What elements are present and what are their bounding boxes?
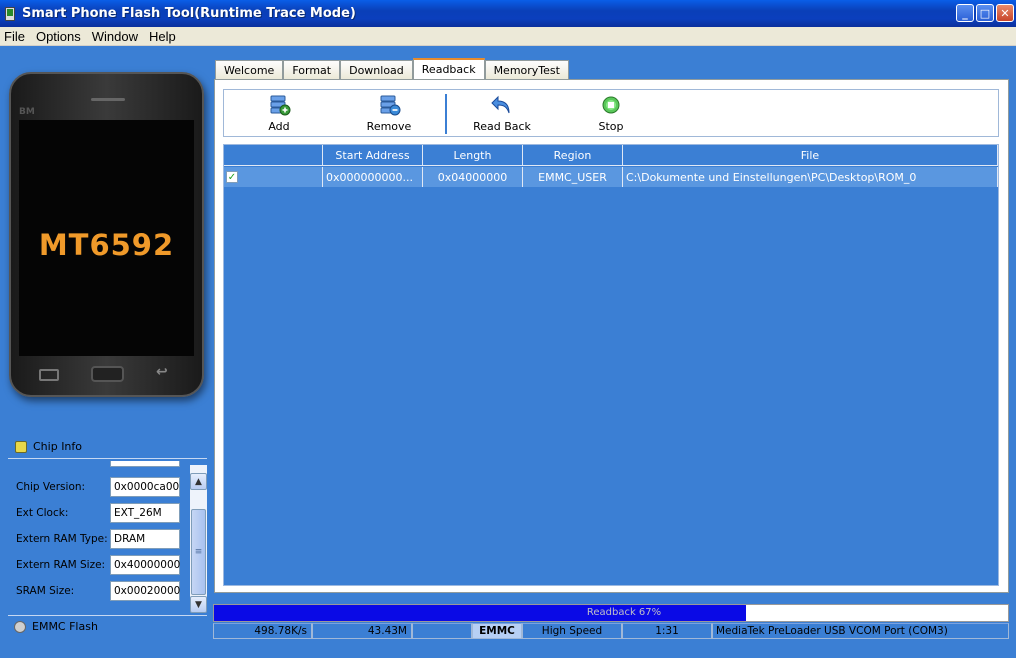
remove-label: Remove — [366, 120, 412, 133]
read-back-label: Read Back — [473, 120, 531, 133]
gear-icon — [14, 620, 26, 633]
tab-bar: Welcome Format Download Readback MemoryT… — [215, 58, 569, 79]
phone-speaker — [91, 98, 125, 101]
row-check-cell: ✓ — [224, 167, 323, 187]
phone-screen: MT6592 — [19, 120, 194, 356]
chip-info-panel: Chip Info Chip Version: 0x0000ca00 Ext C… — [8, 435, 207, 638]
chip-row: Chip Version: 0x0000ca00 — [16, 477, 188, 497]
readback-toolbar: Add Remove Read Back Stop — [223, 89, 999, 137]
phone-brand: BM — [19, 107, 35, 117]
window-title: Smart Phone Flash Tool(Runtime Trace Mod… — [22, 6, 356, 21]
window-controls: _ □ ✕ — [956, 4, 1014, 22]
read-back-button[interactable]: Read Back — [467, 94, 537, 134]
progress-bar: Readback 67% — [213, 604, 1009, 622]
menu-bar: File Options Window Help — [0, 27, 1016, 46]
chip-version-field[interactable]: 0x0000ca00 — [110, 477, 180, 497]
stop-label: Stop — [598, 120, 624, 133]
column-header-length[interactable]: Length — [423, 145, 523, 166]
close-button[interactable]: ✕ — [996, 4, 1014, 22]
emmc-flash-title: EMMC Flash — [32, 620, 98, 633]
status-blank — [412, 623, 472, 639]
app-icon — [4, 6, 16, 21]
length-cell: 0x04000000 — [423, 167, 523, 187]
undo-arrow-icon — [491, 95, 510, 114]
chip-icon — [15, 440, 27, 453]
tab-readback[interactable]: Readback — [412, 58, 485, 79]
status-time: 1:31 — [622, 623, 712, 639]
phone-image: BM MT6592 ↩ — [9, 72, 204, 397]
chip-info-header[interactable]: Chip Info — [8, 435, 207, 459]
menu-file[interactable]: File — [0, 29, 32, 44]
remove-button[interactable]: Remove — [354, 94, 424, 134]
phone-model: MT6592 — [38, 228, 175, 262]
scroll-thumb[interactable]: ≡ — [191, 509, 206, 595]
title-bar: Smart Phone Flash Tool(Runtime Trace Mod… — [0, 0, 1016, 27]
phone-back-key-icon: ↩ — [156, 364, 168, 380]
stop-button[interactable]: Stop — [576, 94, 646, 134]
status-size: 43.43M — [312, 623, 412, 639]
column-header-file[interactable]: File — [623, 145, 998, 166]
row-checkbox[interactable]: ✓ — [226, 171, 238, 183]
ext-clock-field[interactable]: EXT_26M — [110, 503, 180, 523]
status-mode: High Speed — [522, 623, 622, 639]
tab-download[interactable]: Download — [340, 60, 413, 79]
table-row[interactable]: ✓ 0x000000000... 0x04000000 EMMC_USER C:… — [224, 167, 998, 187]
column-header-region[interactable]: Region — [523, 145, 623, 166]
tab-format[interactable]: Format — [283, 60, 341, 79]
stop-icon — [602, 96, 620, 114]
start-address-cell: 0x000000000... — [323, 167, 423, 187]
menu-help[interactable]: Help — [145, 29, 183, 44]
status-port: MediaTek PreLoader USB VCOM Port (COM3) — [712, 623, 1009, 639]
remove-icon — [380, 95, 401, 116]
scroll-up-icon[interactable]: ▲ — [190, 473, 207, 490]
tab-welcome[interactable]: Welcome — [215, 60, 284, 79]
menu-window[interactable]: Window — [88, 29, 145, 44]
ram-type-field[interactable]: DRAM — [110, 529, 180, 549]
phone-menu-key-icon — [39, 369, 59, 381]
chip-version-label: Chip Version: — [16, 481, 86, 493]
column-header-check[interactable] — [224, 145, 323, 166]
chip-info-list: Chip Version: 0x0000ca00 Ext Clock: EXT_… — [8, 461, 186, 611]
status-speed: 498.78K/s — [213, 623, 312, 639]
sram-size-field[interactable]: 0x00020000 — [110, 581, 180, 601]
menu-options[interactable]: Options — [32, 29, 88, 44]
file-cell[interactable]: C:\Dokumente und Einstellungen\PC\Deskto… — [623, 167, 998, 187]
status-storage: EMMC — [472, 623, 522, 639]
progress-label: Readback 67% — [586, 607, 662, 618]
ext-clock-label: Ext Clock: — [16, 507, 69, 519]
add-button[interactable]: Add — [244, 94, 314, 134]
chip-row: SRAM Size: 0x00020000 — [16, 581, 188, 601]
chip-field-partial — [110, 461, 180, 467]
add-icon — [270, 95, 291, 116]
table-header: Start Address Length Region File — [224, 145, 998, 166]
maximize-button[interactable]: □ — [976, 4, 994, 22]
chip-info-title: Chip Info — [33, 440, 83, 453]
minimize-button[interactable]: _ — [956, 4, 974, 22]
column-header-start-address[interactable]: Start Address — [323, 145, 423, 166]
scroll-down-icon[interactable]: ▼ — [190, 596, 207, 613]
readback-panel: Add Remove Read Back Stop Start Address … — [214, 79, 1009, 593]
chip-row: Extern RAM Size: 0x40000000 — [16, 555, 188, 575]
phone-home-key-icon — [91, 366, 124, 382]
toolbar-separator — [445, 94, 447, 134]
left-panel: BM MT6592 ↩ Chip Info Chip Version: 0x00… — [0, 46, 210, 658]
sram-size-label: SRAM Size: — [16, 585, 75, 597]
chip-row: Extern RAM Type: DRAM — [16, 529, 188, 549]
emmc-flash-header[interactable]: EMMC Flash — [8, 615, 207, 637]
ram-size-field[interactable]: 0x40000000 — [110, 555, 180, 575]
region-cell: EMMC_USER — [523, 167, 623, 187]
chip-info-scrollbar[interactable]: ▲ ≡ ▼ — [190, 465, 207, 613]
add-label: Add — [268, 120, 290, 133]
ram-type-label: Extern RAM Type: — [16, 533, 108, 545]
readback-table: Start Address Length Region File ✓ 0x000… — [223, 144, 999, 586]
chip-row: Ext Clock: EXT_26M — [16, 503, 188, 523]
ram-size-label: Extern RAM Size: — [16, 559, 106, 571]
tab-memorytest[interactable]: MemoryTest — [484, 60, 569, 79]
status-bar: 498.78K/s 43.43M EMMC High Speed 1:31 Me… — [213, 623, 1009, 639]
